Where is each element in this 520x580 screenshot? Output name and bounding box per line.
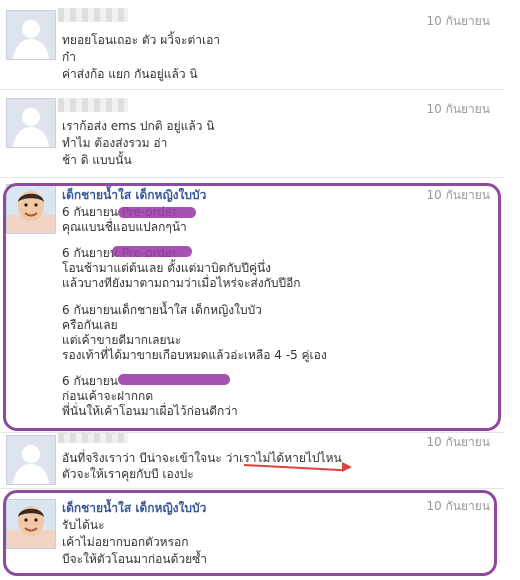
message-line: เราก้อส่ง ems ปกติ อยู่แล้ว นิ — [62, 119, 215, 133]
arrow-icon — [342, 462, 352, 472]
message-line: ทำไม ต้องส่งรวม อ่า — [62, 136, 168, 150]
message-line: ช้า ดิ แบบนั้น — [62, 153, 132, 167]
message-2: 10 กันยายน เราก้อส่ง ems ปกติ อยู่แล้ว น… — [0, 90, 510, 176]
avatar[interactable] — [6, 435, 56, 485]
highlight-box — [3, 490, 497, 576]
message-date: 10 กันยายน — [426, 102, 490, 116]
avatar[interactable] — [6, 10, 56, 60]
message-date: 10 กันยายน — [426, 14, 490, 28]
message-line: ก๋า — [62, 50, 77, 64]
silhouette-icon — [7, 11, 55, 59]
message-line: ทยอยโอนเถอะ ตัว ผวิ้จะต่าเอา — [62, 33, 221, 47]
message-1: 10 กันยายน ทยอยโอนเถอะ ตัว ผวิ้จะต่าเอา … — [0, 0, 510, 88]
blurred-sender — [58, 8, 128, 22]
message-date: 10 กันยายน — [426, 435, 490, 449]
avatar[interactable] — [6, 98, 56, 148]
silhouette-icon — [7, 99, 55, 147]
message-line: ตัวจะให้เราคุยกับบี เองปะ — [62, 467, 194, 481]
message-line: ค่าส่งก้อ แยก กันอยู่แล้ว นิ — [62, 67, 198, 81]
blurred-sender — [58, 98, 128, 112]
silhouette-icon — [7, 436, 55, 484]
message-line: อันที่จริงเราว่า บีน่าจะเข้าใจนะ ว่าเราไ… — [62, 451, 342, 465]
blurred-sender — [58, 433, 128, 443]
arrow-line — [243, 464, 342, 472]
message-4: 10 กันยายน อันที่จริงเราว่า บีน่าจะเข้าใ… — [0, 433, 510, 487]
highlight-box — [3, 183, 501, 431]
